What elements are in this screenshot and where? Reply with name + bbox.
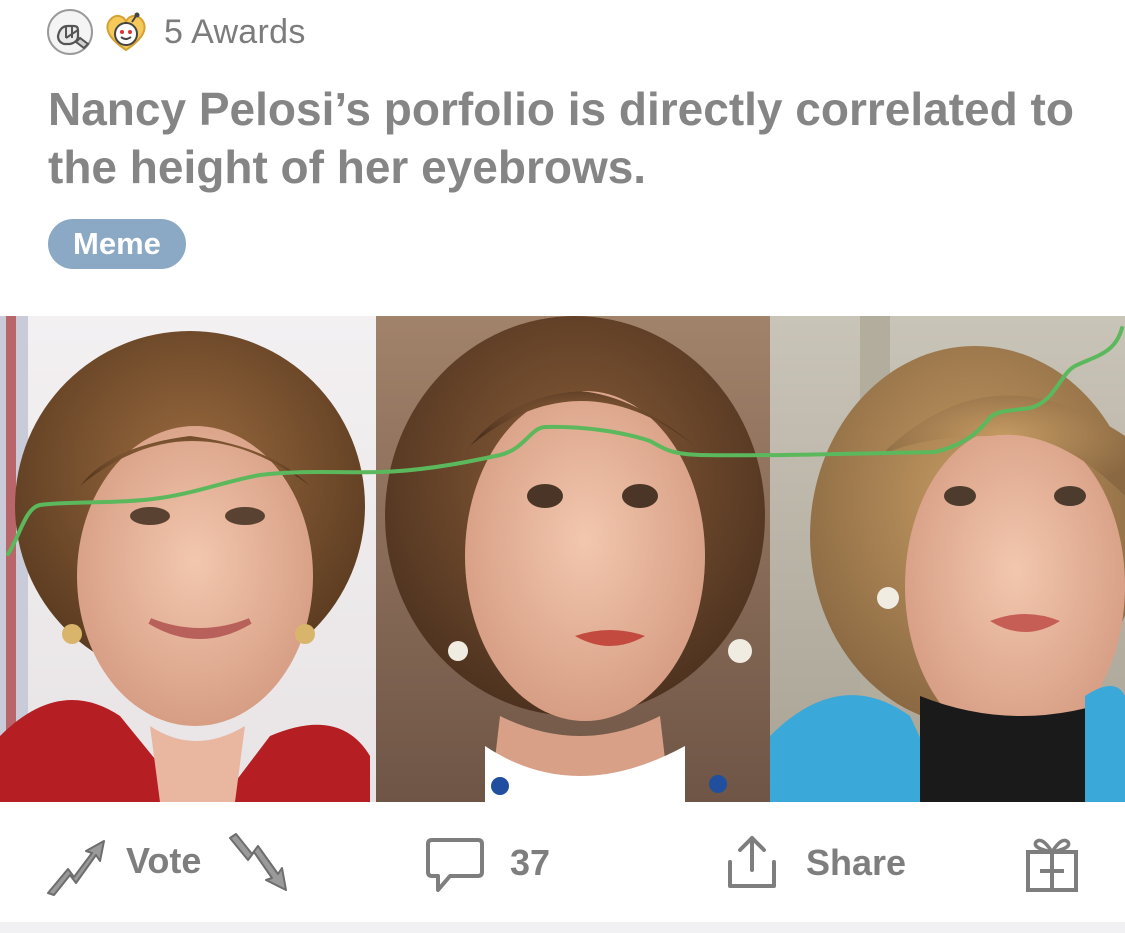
upvote-icon[interactable] <box>44 837 108 897</box>
share-label[interactable]: Share <box>806 842 906 884</box>
comment-count[interactable]: 37 <box>510 842 550 884</box>
post-image[interactable] <box>0 316 1125 802</box>
portrait-panel-2 <box>376 316 770 802</box>
awards-row[interactable]: 5 Awards <box>46 8 306 56</box>
gift-icon[interactable] <box>1022 832 1082 894</box>
wholesome-heart-award-icon <box>106 12 146 52</box>
fist-bump-award-icon <box>47 9 93 55</box>
post-title[interactable]: Nancy Pelosi’s porfolio is directly corr… <box>48 80 1088 196</box>
bottom-divider <box>0 922 1125 933</box>
awards-count-label: 5 Awards <box>164 12 306 51</box>
post-action-bar: Vote 37 Share <box>0 802 1125 922</box>
portrait-panel-1 <box>0 316 376 802</box>
share-icon[interactable] <box>722 832 782 892</box>
post-flair[interactable]: Meme <box>48 219 186 269</box>
vote-label: Vote <box>126 840 202 881</box>
portrait-panel-3 <box>770 316 1125 802</box>
downvote-icon[interactable] <box>226 832 290 894</box>
comment-icon[interactable] <box>424 836 486 894</box>
